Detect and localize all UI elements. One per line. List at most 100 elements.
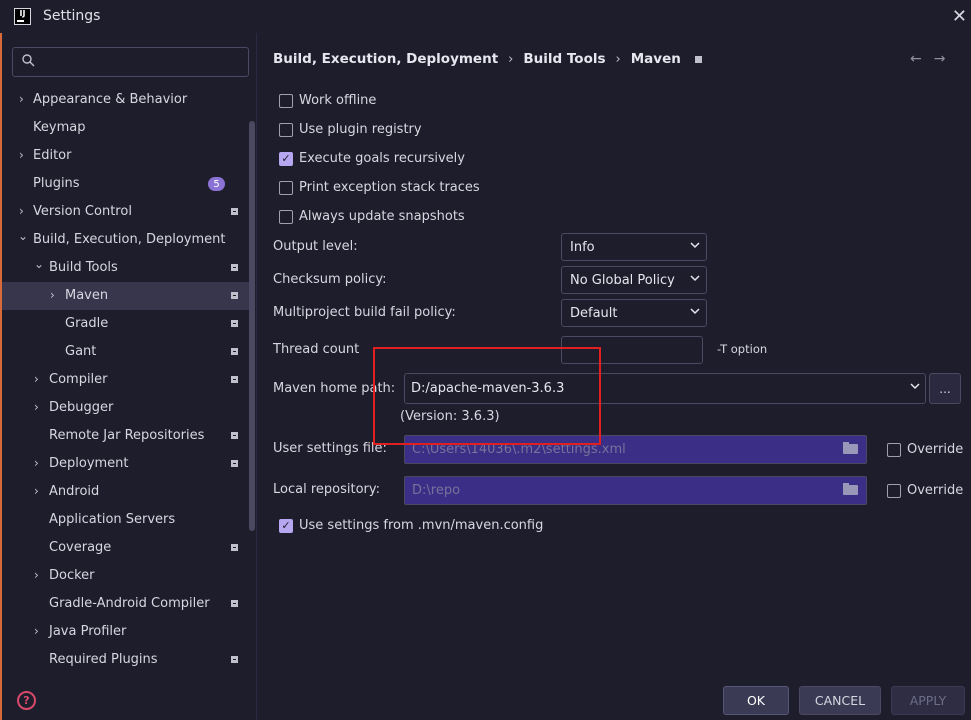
- sidebar-item-label: Gradle: [65, 316, 109, 331]
- sidebar-item-compiler[interactable]: › Compiler: [2, 366, 254, 394]
- local-repository-override-checkbox[interactable]: Override: [887, 483, 963, 498]
- annotation-highlight-box: [373, 347, 601, 445]
- chevron-right-icon[interactable]: ›: [19, 148, 24, 162]
- thread-count-hint: -T option: [717, 342, 768, 356]
- sidebar-item-build-execution-deployment[interactable]: ⌄ Build, Execution, Deployment: [2, 226, 254, 254]
- chevron-right-icon[interactable]: ›: [50, 288, 55, 302]
- use-mvn-config-checkbox[interactable]: Use settings from .mvn/maven.config: [279, 518, 543, 533]
- checkbox-box[interactable]: [279, 180, 293, 195]
- sidebar-item-android[interactable]: › Android: [2, 478, 254, 506]
- local-repository-label: Local repository:: [273, 482, 380, 497]
- chevron-right-icon[interactable]: ›: [34, 372, 39, 386]
- breadcrumb-item[interactable]: Build, Execution, Deployment: [273, 51, 498, 67]
- sidebar-item-maven[interactable]: › Maven: [2, 282, 254, 310]
- sidebar-item-version-control[interactable]: › Version Control: [2, 198, 254, 226]
- search-input[interactable]: [43, 52, 243, 72]
- sidebar-item-plugins[interactable]: Plugins 5: [2, 170, 254, 198]
- window-title: Settings: [43, 8, 101, 24]
- folder-icon: [843, 442, 858, 454]
- checkbox-box-checked[interactable]: [279, 151, 293, 166]
- chevron-right-icon[interactable]: ›: [19, 204, 24, 218]
- sidebar-item-build-tools[interactable]: ⌄ Build Tools: [2, 254, 254, 282]
- chevron-right-icon[interactable]: ›: [34, 624, 39, 638]
- folder-icon: [843, 483, 858, 495]
- sidebar-item-deployment[interactable]: › Deployment: [2, 450, 254, 478]
- multiproject-fail-policy-select[interactable]: Default: [561, 299, 707, 327]
- checkbox-box[interactable]: [279, 93, 293, 108]
- chevron-down-icon: [690, 240, 700, 253]
- checkbox-label: Print exception stack traces: [299, 180, 480, 195]
- checkbox-box[interactable]: [279, 209, 293, 224]
- chevron-down-icon: [690, 273, 700, 286]
- breadcrumb: Build, Execution, Deployment › Build Too…: [273, 51, 702, 67]
- sidebar-item-appearance-behavior[interactable]: › Appearance & Behavior: [2, 86, 254, 114]
- chevron-down-icon[interactable]: [910, 381, 920, 394]
- project-level-icon: [231, 320, 238, 327]
- sidebar-item-coverage[interactable]: Coverage: [2, 534, 254, 562]
- sidebar-item-label: Keymap: [33, 120, 86, 135]
- apply-button[interactable]: APPLY: [891, 686, 965, 715]
- breadcrumb-item[interactable]: Build Tools: [523, 51, 605, 67]
- output-level-select[interactable]: Info: [561, 233, 707, 261]
- close-icon[interactable]: ✕: [952, 6, 967, 27]
- project-level-icon: [231, 544, 238, 551]
- chevron-right-icon[interactable]: ›: [34, 568, 39, 582]
- help-icon[interactable]: ?: [17, 691, 36, 710]
- project-level-icon: [694, 55, 702, 63]
- ok-button[interactable]: OK: [723, 686, 789, 715]
- checkbox-label: Override: [907, 442, 964, 457]
- local-repository-field: D:\repo: [404, 476, 867, 505]
- sidebar-item-application-servers[interactable]: Application Servers: [2, 506, 254, 534]
- sidebar-scrollbar[interactable]: [249, 121, 255, 531]
- chevron-down-icon[interactable]: ⌄: [18, 229, 28, 243]
- sidebar-item-java-profiler[interactable]: › Java Profiler: [2, 618, 254, 646]
- project-level-icon: [231, 348, 238, 355]
- chevron-right-icon[interactable]: ›: [34, 400, 39, 414]
- cancel-button[interactable]: CANCEL: [799, 686, 881, 715]
- sidebar-item-label: Remote Jar Repositories: [49, 428, 205, 443]
- user-settings-label: User settings file:: [273, 441, 387, 456]
- sidebar-item-gradle[interactable]: Gradle: [2, 310, 254, 338]
- print-exception-stack-traces-checkbox[interactable]: Print exception stack traces: [279, 180, 480, 195]
- project-level-icon: [231, 208, 238, 215]
- project-level-icon: [231, 460, 238, 467]
- checkbox-box[interactable]: [887, 483, 901, 498]
- checkbox-box[interactable]: [279, 122, 293, 137]
- project-level-icon: [231, 292, 238, 299]
- sidebar-item-keymap[interactable]: Keymap: [2, 114, 254, 142]
- sidebar-item-editor[interactable]: › Editor: [2, 142, 254, 170]
- project-level-icon: [231, 264, 238, 271]
- chevron-down-icon[interactable]: ⌄: [34, 257, 44, 271]
- chevron-right-icon[interactable]: ›: [34, 484, 39, 498]
- sidebar-item-label: Debugger: [49, 400, 114, 415]
- select-value: Default: [570, 306, 618, 321]
- chevron-right-icon[interactable]: ›: [19, 92, 24, 106]
- sidebar-item-remote-jar-repositories[interactable]: Remote Jar Repositories: [2, 422, 254, 450]
- sidebar-item-gant[interactable]: Gant: [2, 338, 254, 366]
- breadcrumb-item-current: Maven: [630, 51, 681, 67]
- checksum-policy-select[interactable]: No Global Policy: [561, 266, 707, 294]
- always-update-snapshots-checkbox[interactable]: Always update snapshots: [279, 209, 465, 224]
- sidebar-item-required-plugins[interactable]: Required Plugins: [2, 646, 254, 674]
- checkbox-label: Work offline: [299, 93, 377, 108]
- use-plugin-registry-checkbox[interactable]: Use plugin registry: [279, 122, 422, 137]
- user-settings-override-checkbox[interactable]: Override: [887, 442, 963, 457]
- checkbox-label: Always update snapshots: [299, 209, 465, 224]
- sidebar-item-gradle-android-compiler[interactable]: Gradle-Android Compiler: [2, 590, 254, 618]
- sidebar-item-label: Application Servers: [49, 512, 176, 527]
- search-box[interactable]: [12, 47, 249, 77]
- multiproject-fail-policy-label: Multiproject build fail policy:: [273, 305, 456, 320]
- sidebar-item-debugger[interactable]: › Debugger: [2, 394, 254, 422]
- chevron-right-icon[interactable]: ›: [34, 456, 39, 470]
- chevron-down-icon: [690, 306, 700, 319]
- panel-divider[interactable]: [256, 33, 257, 720]
- breadcrumb-separator: ›: [615, 51, 621, 67]
- browse-maven-home-button[interactable]: ...: [929, 373, 961, 404]
- checkbox-box[interactable]: [887, 442, 901, 457]
- forward-arrow-icon[interactable]: →: [934, 51, 946, 67]
- sidebar-item-docker[interactable]: › Docker: [2, 562, 254, 590]
- back-arrow-icon[interactable]: ←: [910, 51, 922, 67]
- checkbox-box-checked[interactable]: [279, 518, 293, 533]
- execute-goals-recursively-checkbox[interactable]: Execute goals recursively: [279, 151, 465, 166]
- work-offline-checkbox[interactable]: Work offline: [279, 93, 376, 108]
